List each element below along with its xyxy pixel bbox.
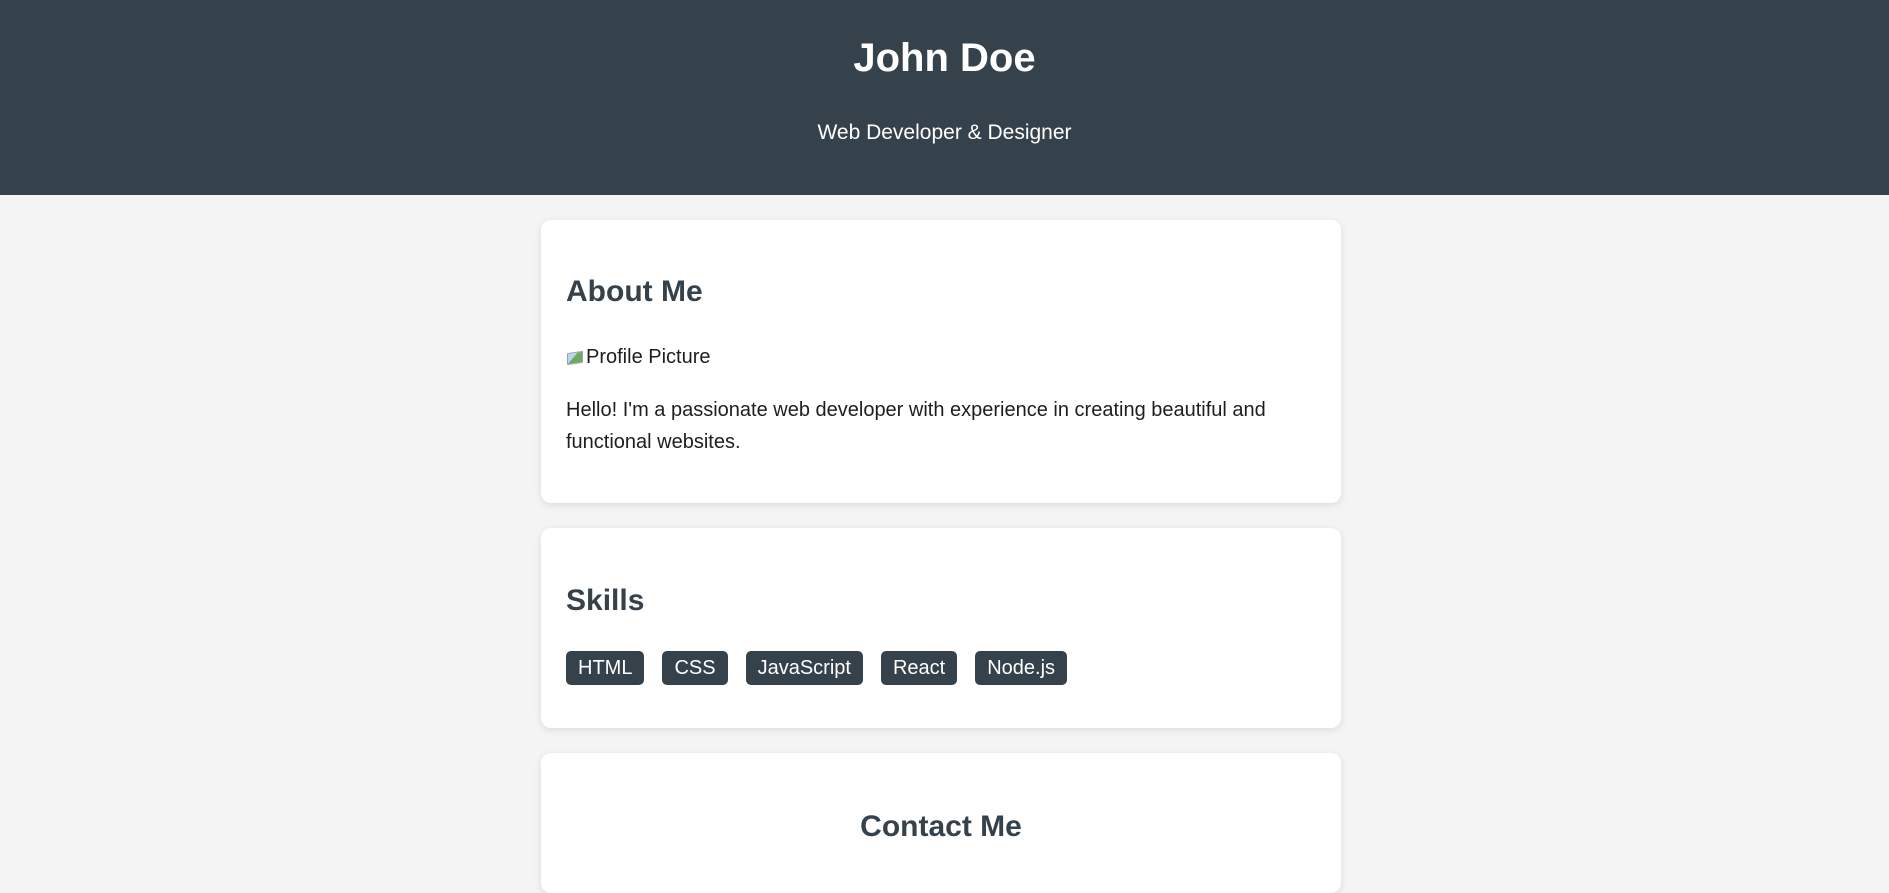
broken-image-icon [566,349,582,365]
about-heading: About Me [566,275,703,308]
skills-list: HTML CSS JavaScript React Node.js [566,651,1068,685]
site-header: John Doe Web Developer & Designer [0,0,1889,195]
profile-picture: Profile Picture [566,345,711,369]
skill-tag: CSS [662,651,728,685]
contact-section: Contact Me [541,753,1341,893]
about-section: About Me Profile Picture Hello! I'm a pa… [541,220,1341,503]
skills-heading: Skills [566,584,645,617]
skill-tag: JavaScript [745,651,863,685]
contact-heading: Contact Me [860,810,1022,843]
profile-picture-alt-text: Profile Picture [586,346,711,368]
page-subtitle: Web Developer & Designer [817,121,1072,144]
page-title: John Doe [853,36,1036,80]
skill-tag: Node.js [975,651,1068,685]
skills-section: Skills HTML CSS JavaScript React Node.js [541,528,1341,728]
about-text: Hello! I'm a passionate web developer wi… [566,399,1266,453]
skill-tag: HTML [566,651,645,685]
skill-tag: React [880,651,958,685]
